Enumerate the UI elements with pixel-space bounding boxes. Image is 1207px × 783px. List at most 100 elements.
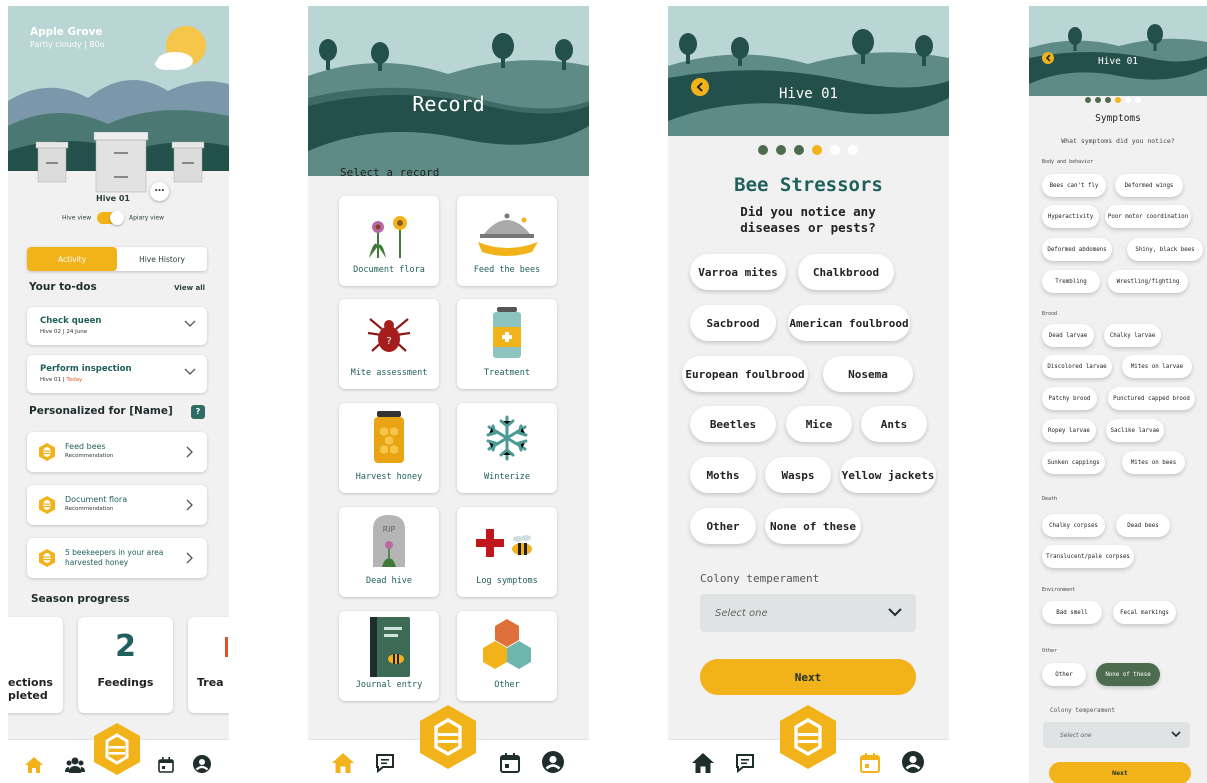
next-button[interactable]: Next bbox=[1049, 762, 1191, 783]
record-hex-button[interactable] bbox=[780, 705, 836, 769]
tab-hive-history[interactable]: Hive History bbox=[117, 247, 207, 271]
symptom-chip[interactable]: Deformed abdomens bbox=[1042, 238, 1112, 261]
profile-icon[interactable] bbox=[542, 751, 564, 773]
chat-icon[interactable] bbox=[735, 753, 755, 773]
record-tile-other[interactable]: Other bbox=[457, 611, 557, 701]
symptom-chip[interactable]: Poor motor coordination bbox=[1105, 205, 1191, 228]
symptom-chip[interactable]: Ropey larvae bbox=[1042, 419, 1096, 442]
calendar-icon[interactable] bbox=[158, 757, 174, 773]
option-chip[interactable]: Wasps bbox=[765, 457, 831, 493]
record-tile-winterize[interactable]: Winterize bbox=[457, 403, 557, 493]
symptom-chip[interactable]: Mites on bees bbox=[1122, 451, 1185, 474]
record-tile-mite-assessment[interactable]: ? Mite assessment bbox=[339, 299, 439, 389]
symptom-chip[interactable]: Chalky larvae bbox=[1104, 324, 1161, 347]
record-hex-button[interactable] bbox=[94, 723, 140, 775]
stat-number: 6 bbox=[8, 629, 63, 664]
next-button[interactable]: Next bbox=[700, 659, 916, 695]
view-all-link[interactable]: View all bbox=[174, 284, 205, 292]
symptom-chip[interactable]: Dead larvae bbox=[1042, 324, 1094, 347]
tile-label: Harvest honey bbox=[355, 472, 423, 482]
recommendation-title: 5 beekeepers in your area bbox=[65, 548, 164, 557]
calendar-icon[interactable] bbox=[860, 753, 880, 773]
colony-temperament-select[interactable]: Select one bbox=[700, 594, 916, 632]
recommendation-item[interactable]: Feed bees Recommendation bbox=[27, 432, 207, 472]
todo-item[interactable]: Check queen Hive 02 | 24 June bbox=[27, 307, 207, 345]
help-icon[interactable]: ? bbox=[191, 405, 205, 419]
home-icon[interactable] bbox=[332, 753, 354, 773]
symptom-chip[interactable]: Bad smell bbox=[1042, 601, 1102, 624]
treatment-bottle-icon bbox=[493, 307, 521, 358]
calendar-icon[interactable] bbox=[500, 753, 520, 773]
chat-icon[interactable] bbox=[375, 753, 395, 773]
recommendation-item[interactable]: Document flora Recommendation bbox=[27, 485, 207, 525]
chevron-right-icon bbox=[186, 552, 193, 564]
record-tile-treatment[interactable]: Treatment bbox=[457, 299, 557, 389]
symptom-chip[interactable]: Mites on larvae bbox=[1122, 355, 1192, 378]
option-chip[interactable]: Moths bbox=[690, 457, 756, 493]
symptom-chip[interactable]: Fecal markings bbox=[1113, 601, 1176, 624]
record-tile-journal-entry[interactable]: Journal entry bbox=[339, 611, 439, 701]
record-tile-feed-bees[interactable]: Feed the bees bbox=[457, 196, 557, 286]
stat-card-feedings[interactable]: 2 Feedings bbox=[78, 617, 173, 713]
landscape-header bbox=[308, 6, 589, 176]
symptom-chip[interactable]: Patchy brood bbox=[1042, 387, 1097, 410]
record-tile-dead-hive[interactable]: RIP Dead hive bbox=[339, 507, 439, 597]
option-chip[interactable]: Beetles bbox=[690, 406, 776, 442]
symptom-chip[interactable]: Punctured capped brood bbox=[1108, 387, 1195, 410]
view-toggle[interactable] bbox=[97, 211, 125, 225]
symptom-chip[interactable]: Hyperactivity bbox=[1042, 205, 1099, 228]
symptom-chip[interactable]: Translucent/pale corpses bbox=[1042, 545, 1134, 568]
stat-card-treatments[interactable]: Trea bbox=[188, 617, 229, 713]
option-chip[interactable]: Yellow jackets bbox=[840, 457, 936, 493]
option-chip[interactable]: Other bbox=[690, 508, 756, 544]
journal-icon bbox=[370, 617, 410, 677]
symptom-chip[interactable]: Trembling bbox=[1042, 270, 1100, 293]
tab-activity[interactable]: Activity bbox=[27, 247, 117, 271]
todo-meta: Hive 01 | Today bbox=[40, 377, 83, 383]
symptom-chip[interactable]: Other bbox=[1042, 663, 1086, 686]
option-chip[interactable]: None of these bbox=[765, 508, 861, 544]
symptom-chip[interactable]: Discolored larvae bbox=[1042, 355, 1112, 378]
symptom-chip[interactable]: Dead bees bbox=[1116, 514, 1170, 537]
option-chip[interactable]: Chalkbrood bbox=[798, 254, 894, 290]
community-icon[interactable] bbox=[65, 757, 85, 773]
profile-icon[interactable] bbox=[193, 755, 211, 773]
option-chip[interactable]: Ants bbox=[861, 406, 927, 442]
colony-temperament-select[interactable]: Select one bbox=[1043, 722, 1190, 748]
colony-temperament-label: Colony temperament bbox=[700, 572, 820, 585]
todo-item[interactable]: Perform inspection Hive 01 | Today bbox=[27, 355, 207, 393]
tile-label: Winterize bbox=[483, 472, 531, 482]
option-chip[interactable]: Mice bbox=[786, 406, 852, 442]
hive-name: Hive 01 bbox=[96, 194, 130, 203]
symptom-chip[interactable]: Chalky corpses bbox=[1042, 514, 1105, 537]
recommendation-title: Document flora bbox=[65, 495, 128, 504]
landscape-header bbox=[668, 6, 949, 136]
record-hex-button[interactable] bbox=[420, 705, 476, 769]
symptom-chip[interactable]: Deformed wings bbox=[1115, 174, 1183, 197]
recommendation-sub: Recommendation bbox=[65, 453, 114, 459]
hive-boxes-illustration[interactable] bbox=[34, 132, 214, 194]
record-tile-harvest-honey[interactable]: Harvest honey bbox=[339, 403, 439, 493]
recommendation-item[interactable]: 5 beekeepers in your area harvested hone… bbox=[27, 538, 207, 578]
symptom-chip[interactable]: Sunken cappings bbox=[1042, 451, 1105, 474]
option-chip[interactable]: Varroa mites bbox=[690, 254, 786, 290]
symptom-chip[interactable]: Saclike larvae bbox=[1106, 419, 1164, 442]
symptom-chip[interactable]: Shiny, black bees bbox=[1127, 238, 1203, 261]
option-chip[interactable]: American foulbrood bbox=[788, 305, 910, 341]
home-icon[interactable] bbox=[692, 753, 714, 773]
progress-dots bbox=[758, 145, 858, 155]
symptom-chip[interactable]: Wrestling/fighting bbox=[1108, 270, 1188, 293]
record-tile-log-symptoms[interactable]: Log symptoms bbox=[457, 507, 557, 597]
symptom-chip[interactable]: Bees can't fly bbox=[1042, 174, 1106, 197]
record-tile-document-flora[interactable]: Document flora bbox=[339, 196, 439, 286]
page-question: What symptoms did you notice? bbox=[1061, 137, 1175, 145]
stat-card-inspections[interactable]: 6 ections pleted bbox=[8, 617, 63, 713]
home-icon[interactable] bbox=[25, 757, 43, 773]
chevron-down-icon bbox=[888, 608, 902, 617]
option-chip[interactable]: European foulbrood bbox=[682, 356, 808, 392]
option-chip[interactable]: Sacbrood bbox=[690, 305, 776, 341]
symptom-chip-selected[interactable]: None of these bbox=[1096, 663, 1160, 686]
profile-icon[interactable] bbox=[902, 751, 924, 773]
option-chip[interactable]: Nosema bbox=[823, 356, 913, 392]
view-toggle-row: Hive view Apiary view bbox=[8, 211, 218, 225]
